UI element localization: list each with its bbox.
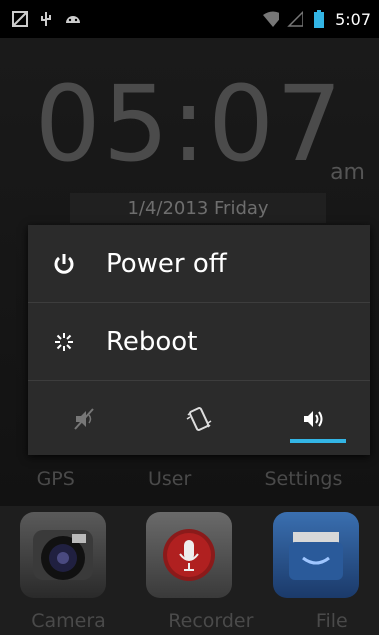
android-debug-icon: [64, 11, 80, 27]
reboot-label: Reboot: [106, 326, 198, 357]
menu-item-power-off[interactable]: Power off: [28, 225, 370, 303]
file-box-icon: [288, 532, 343, 580]
power-menu: Power off Reboot: [28, 225, 370, 455]
sound-mode-selector: [28, 381, 370, 456]
power-icon: [52, 252, 76, 276]
wifi-icon: [263, 11, 280, 27]
screenshot-icon: [12, 11, 28, 27]
selected-mode-indicator: [290, 438, 346, 443]
vibrate-mode-button[interactable]: [154, 389, 244, 449]
recorder-app-icon[interactable]: [146, 512, 233, 598]
lockscreen-clock: 05:07: [34, 63, 345, 185]
sound-on-mode-button[interactable]: [268, 389, 358, 449]
background-shortcut-labels: GPS User Settings: [0, 468, 379, 490]
signal-icon: [287, 11, 304, 27]
sound-on-icon: [304, 410, 323, 427]
microphone-icon: [163, 529, 216, 581]
power-off-label: Power off: [106, 248, 227, 279]
lockscreen-date: 1/4/2013 Friday: [70, 193, 326, 223]
dock-label-file: File: [315, 610, 348, 632]
usb-icon: [38, 11, 54, 27]
file-app-icon[interactable]: [272, 512, 359, 598]
status-time: 5:07: [335, 9, 371, 29]
shortcut-user-label: User: [147, 468, 192, 490]
dock-label-camera: Camera: [31, 610, 106, 632]
battery-icon: [311, 10, 327, 28]
camera-icon: [33, 530, 94, 580]
dock-label-recorder: Recorder: [168, 610, 254, 632]
lockscreen-ampm: am: [330, 160, 365, 185]
silent-icon: [74, 407, 94, 430]
app-dock: Camera Recorder File: [0, 506, 379, 635]
shortcut-settings-label: Settings: [264, 468, 343, 490]
menu-item-reboot[interactable]: Reboot: [28, 303, 370, 381]
reboot-icon: [52, 330, 76, 354]
silent-mode-button[interactable]: [40, 389, 130, 449]
status-bar: 5:07: [0, 0, 379, 38]
shortcut-gps-label: GPS: [36, 468, 75, 490]
vibrate-icon: [186, 406, 212, 431]
camera-app-icon[interactable]: [20, 512, 107, 598]
